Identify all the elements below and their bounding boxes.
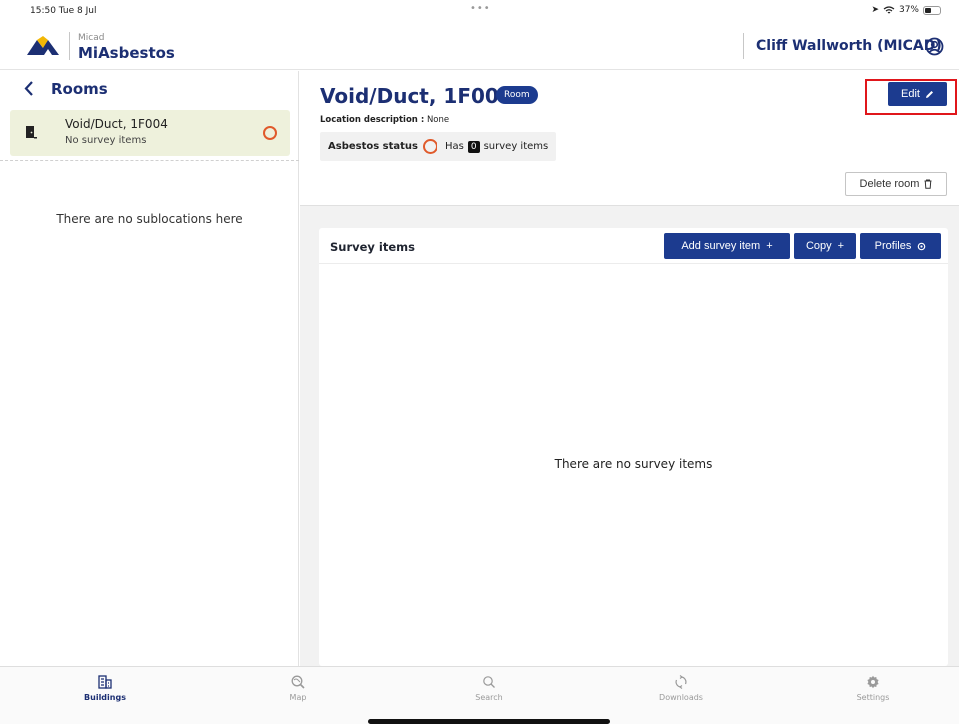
- rooms-title[interactable]: Rooms: [51, 80, 108, 98]
- location-value: None: [426, 115, 450, 125]
- user-account-icon[interactable]: [925, 37, 944, 56]
- survey-items-title: Survey items: [330, 240, 416, 254]
- has-label: Has: [445, 141, 464, 152]
- room-subtitle: No survey items: [65, 135, 147, 146]
- nav-item-buildings[interactable]: Buildings: [65, 675, 145, 702]
- status-indicators: ➤ 37%: [871, 5, 941, 15]
- add-survey-item-button[interactable]: Add survey item +: [664, 233, 790, 259]
- nav-item-downloads[interactable]: Downloads: [641, 675, 721, 702]
- battery-icon: [923, 5, 941, 15]
- status-time: 15:50 Tue 8 Jul: [30, 6, 97, 16]
- wifi-icon: [883, 5, 895, 13]
- asbestos-status-ring: [423, 139, 438, 154]
- logo-divider: [69, 32, 70, 60]
- brand-name: MiAsbestos: [78, 44, 175, 62]
- asbestos-status-ring: [263, 126, 277, 140]
- plus-icon: +: [766, 240, 773, 252]
- add-survey-item-label: Add survey item: [681, 240, 761, 252]
- nav-label-map: Map: [289, 693, 307, 702]
- micad-logo-icon: [27, 36, 59, 55]
- asbestos-status-label: Asbestos status: [328, 141, 418, 152]
- location-arrow-icon: ➤: [871, 5, 879, 15]
- copy-label: Copy: [805, 240, 832, 252]
- room-detail-card: Void/Duct, 1F004 Room Location descripti…: [300, 71, 959, 206]
- gear-icon: [867, 675, 879, 689]
- sync-icon: [675, 675, 687, 689]
- nav-label-search: Search: [475, 693, 503, 702]
- room-detail-panel: Void/Duct, 1F004 Room Location descripti…: [300, 71, 959, 666]
- survey-count-chip: Has 0 survey items: [437, 132, 557, 161]
- user-name[interactable]: Cliff Wallworth (MICAD): [756, 38, 942, 54]
- nav-item-map[interactable]: Map: [258, 675, 338, 702]
- room-name: Void/Duct, 1F004: [65, 117, 168, 131]
- app-header: Micad MiAsbestos Cliff Wallworth (MICAD): [0, 22, 959, 70]
- delete-room-label: Delete room: [859, 178, 920, 190]
- nav-label-settings: Settings: [856, 693, 890, 702]
- location-description: Location description : None: [320, 115, 449, 125]
- pencil-icon: [925, 90, 933, 98]
- buildings-icon: [98, 675, 112, 689]
- plus-icon: +: [837, 240, 845, 252]
- home-indicator: [368, 719, 610, 724]
- asbestos-status-chip: Asbestos status: [320, 132, 446, 161]
- multitask-dots: •••: [470, 3, 491, 14]
- trash-icon: [924, 179, 932, 189]
- survey-count: 0: [467, 140, 480, 153]
- search-icon: [483, 676, 495, 688]
- divider: [0, 160, 299, 161]
- battery-percent: 37%: [898, 5, 919, 15]
- map-icon: [291, 675, 305, 689]
- nav-label-downloads: Downloads: [659, 693, 703, 702]
- nav-item-settings[interactable]: Settings: [833, 675, 913, 702]
- back-chevron-icon[interactable]: [24, 81, 34, 96]
- empty-sublocations-text: There are no sublocations here: [56, 212, 243, 226]
- profiles-button[interactable]: Profiles: [860, 233, 941, 259]
- copy-button[interactable]: Copy +: [794, 233, 856, 259]
- room-list-item[interactable]: Void/Duct, 1F004 No survey items: [10, 110, 290, 156]
- edit-button[interactable]: Edit: [888, 82, 947, 106]
- page-title: Void/Duct, 1F004: [320, 84, 513, 108]
- delete-room-button[interactable]: Delete room: [845, 172, 947, 196]
- nav-item-search[interactable]: Search: [449, 675, 529, 702]
- gear-icon: [918, 242, 926, 250]
- door-icon: [26, 126, 37, 139]
- user-divider: [743, 33, 744, 59]
- bottom-navigation: Buildings Map Search Downloads Settings: [0, 666, 959, 724]
- rooms-header: Rooms: [0, 71, 299, 107]
- empty-survey-items-text: There are no survey items: [554, 457, 713, 471]
- profiles-label: Profiles: [874, 240, 912, 252]
- location-label: Location description :: [320, 115, 425, 125]
- status-bar: 15:50 Tue 8 Jul ••• ➤ 37%: [0, 0, 959, 22]
- edit-label: Edit: [901, 88, 920, 100]
- survey-items-header: Survey items Add survey item + Copy + Pr…: [319, 228, 948, 264]
- room-type-badge: Room: [496, 86, 538, 104]
- nav-label-buildings: Buildings: [84, 693, 126, 702]
- rooms-panel: Rooms Void/Duct, 1F004 No survey items T…: [0, 71, 299, 666]
- survey-count-suffix: survey items: [483, 141, 549, 152]
- survey-items-card: Survey items Add survey item + Copy + Pr…: [319, 228, 948, 666]
- brand-small: Micad: [78, 33, 105, 43]
